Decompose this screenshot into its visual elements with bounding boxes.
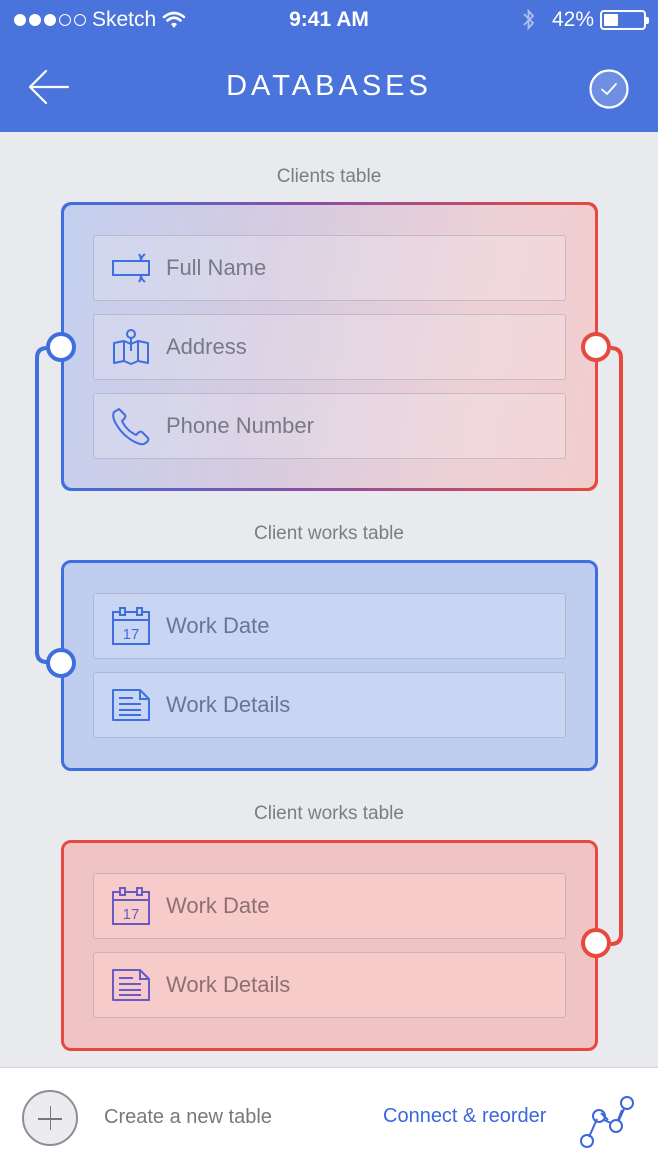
connection-handle-blue[interactable]: [46, 648, 76, 678]
table-label: Client works table: [254, 523, 404, 544]
field-row[interactable]: Work Details: [93, 672, 566, 738]
battery-icon: [600, 10, 649, 30]
status-right: 42%: [522, 8, 649, 32]
bottom-toolbar: Create a new table Connect & reorder: [0, 1067, 658, 1168]
add-table-button[interactable]: [22, 1090, 78, 1146]
connect-reorder-link[interactable]: Connect & reorder: [383, 1105, 546, 1128]
nav-bar: DATABASES: [0, 44, 658, 132]
blue-connection-line: [35, 346, 48, 664]
connect-nodes-icon[interactable]: [578, 1090, 638, 1150]
field-label: Work Date: [166, 893, 270, 918]
check-circle-icon: [589, 69, 629, 109]
battery-level: [604, 14, 618, 26]
document-icon: [110, 684, 152, 726]
field-row[interactable]: 17 Work Date: [93, 593, 566, 659]
field-label: Address: [166, 334, 247, 359]
connection-handle-red[interactable]: [581, 928, 611, 958]
done-button[interactable]: [588, 68, 630, 110]
field-label: Phone Number: [166, 413, 314, 438]
table-card-client-works-blue[interactable]: 17 Work Date Work Details: [61, 560, 598, 771]
field-label: Work Date: [166, 613, 270, 638]
table-label: Client works table: [254, 803, 404, 824]
status-bar: Sketch 9:41 AM 42%: [0, 0, 658, 44]
create-table-link[interactable]: Create a new table: [104, 1106, 272, 1129]
table-card-clients[interactable]: Full Name Address Phone Number: [61, 202, 598, 491]
red-connection-line: [610, 346, 623, 946]
field-row[interactable]: Address: [93, 314, 566, 380]
phone-icon: [110, 405, 152, 447]
field-row[interactable]: Full Name: [93, 235, 566, 301]
field-label: Work Details: [166, 692, 291, 717]
calendar-icon: 17: [110, 885, 152, 927]
connection-handle-red[interactable]: [581, 332, 611, 362]
name-tag-icon: [110, 247, 152, 289]
connection-handle-blue[interactable]: [46, 332, 76, 362]
map-pin-icon: [110, 326, 152, 368]
field-row[interactable]: Phone Number: [93, 393, 566, 459]
field-row[interactable]: 17 Work Date: [93, 873, 566, 939]
calendar-icon: 17: [110, 605, 152, 647]
table-label: Clients table: [276, 166, 382, 187]
document-icon: [110, 964, 152, 1006]
table-card-client-works-red[interactable]: 17 Work Date Work Details: [61, 840, 598, 1051]
table-body: Full Name Address Phone Number: [64, 205, 595, 488]
svg-text:17: 17: [123, 626, 140, 643]
battery-percent: 42%: [551, 8, 594, 31]
svg-text:17: 17: [123, 906, 140, 923]
field-label: Work Details: [166, 972, 291, 997]
bluetooth-icon: [523, 8, 535, 31]
field-row[interactable]: Work Details: [93, 952, 566, 1018]
field-label: Full Name: [166, 255, 267, 280]
page-title: DATABASES: [226, 70, 432, 102]
